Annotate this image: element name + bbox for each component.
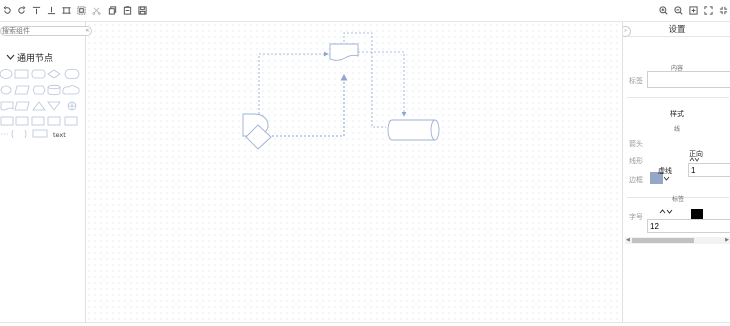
fullscreen-icon[interactable] — [704, 6, 713, 15]
cut-icon[interactable] — [92, 6, 101, 15]
shape-palette: text — [0, 69, 80, 139]
label-field-label: 标签 — [629, 77, 643, 85]
undo-icon[interactable] — [3, 6, 12, 15]
edge-document-to-cylinder[interactable] — [358, 51, 407, 117]
font-size-label: 字号 — [629, 213, 643, 221]
settings-title: 设置 — [668, 25, 686, 35]
shape-triangle-down[interactable] — [47, 101, 61, 111]
chevron-down-icon — [6, 54, 15, 64]
shape-rect-plain[interactable] — [15, 116, 29, 126]
label-input[interactable] — [647, 71, 730, 88]
scroll-left-icon[interactable]: ◀ — [626, 237, 630, 244]
shape-text-box[interactable] — [32, 129, 48, 138]
paste-icon[interactable] — [123, 6, 132, 15]
shape-terminator[interactable] — [64, 69, 80, 79]
shape-cloud[interactable] — [62, 85, 80, 95]
border-style-value: 虚线 — [658, 167, 672, 175]
toolbar — [0, 0, 730, 22]
line-subsection-title: 线 — [674, 126, 681, 133]
group-header-general-nodes[interactable]: 通用节点 — [6, 51, 53, 64]
divider — [627, 97, 729, 98]
zoom-out-icon[interactable] — [674, 6, 683, 15]
redo-icon[interactable] — [17, 6, 26, 15]
chevron-down-icon — [663, 175, 670, 183]
settings-panel: » 设置 内容 标签 样式 线 箭头 线形 正向 边框 虚线 标签 字号 — [622, 22, 730, 322]
shape-trapezoid[interactable] — [14, 101, 30, 111]
style-section-title: 样式 — [670, 110, 684, 118]
shape-ellipse-small[interactable] — [0, 85, 12, 95]
node-cylinder[interactable] — [387, 119, 440, 141]
group-title-label: 通用节点 — [17, 54, 54, 64]
chevron-up-down-icon — [659, 208, 673, 216]
node-document[interactable] — [329, 43, 359, 61]
label-subsection-title: 标签 — [672, 196, 685, 203]
shape-library-panel: « 通用节点 text — [0, 22, 92, 322]
shape-circle[interactable] — [0, 69, 13, 79]
shape-cylinder[interactable] — [47, 84, 61, 96]
diagram-svg — [242, 32, 440, 150]
shape-diamond[interactable] — [47, 69, 61, 79]
divider — [0, 322, 730, 323]
align-top-icon[interactable] — [32, 6, 41, 15]
shape-rounded-rect[interactable] — [31, 69, 46, 79]
save-icon[interactable] — [138, 6, 147, 15]
shape-bracket[interactable] — [11, 129, 27, 139]
select-all-icon[interactable] — [77, 6, 86, 15]
shape-rect-plain-2[interactable] — [31, 116, 45, 126]
shape-document[interactable] — [0, 101, 14, 111]
shape-triangle[interactable] — [32, 101, 46, 111]
line-width-input[interactable] — [688, 163, 730, 177]
shape-rect-plain-3[interactable] — [47, 116, 61, 126]
shape-rect-plain-4[interactable] — [64, 116, 78, 126]
divider — [627, 36, 730, 37]
font-size-input[interactable] — [647, 219, 730, 233]
border-label: 边框 — [629, 176, 643, 184]
copy-icon[interactable] — [108, 6, 117, 15]
edge-left-node-to-document[interactable] — [258, 51, 329, 118]
shape-circle-cross[interactable] — [67, 101, 77, 111]
align-bottom-icon[interactable] — [47, 6, 56, 15]
shape-rectangle[interactable] — [14, 69, 29, 79]
horizontal-scrollbar[interactable]: ◀ ▶ — [625, 237, 730, 244]
scroll-right-icon[interactable]: ▶ — [725, 237, 729, 244]
edge-diamond-to-document[interactable] — [272, 73, 348, 137]
search-input[interactable] — [2, 27, 76, 35]
fit-page-icon[interactable] — [689, 6, 698, 15]
shrink-icon[interactable] — [719, 6, 728, 15]
scrollbar-thumb[interactable] — [632, 238, 694, 243]
line-shape-label: 线形 — [629, 157, 643, 165]
fit-selection-icon[interactable] — [62, 6, 71, 15]
shape-rect-small[interactable] — [0, 116, 14, 126]
arrow-label: 箭头 — [629, 140, 643, 148]
shape-hexagon[interactable] — [32, 85, 46, 95]
zoom-in-icon[interactable] — [659, 6, 668, 15]
diagram-canvas[interactable] — [86, 22, 622, 322]
shape-parallelogram[interactable] — [14, 85, 30, 95]
shape-text-label: text — [53, 131, 66, 139]
search-box: « — [0, 26, 92, 36]
